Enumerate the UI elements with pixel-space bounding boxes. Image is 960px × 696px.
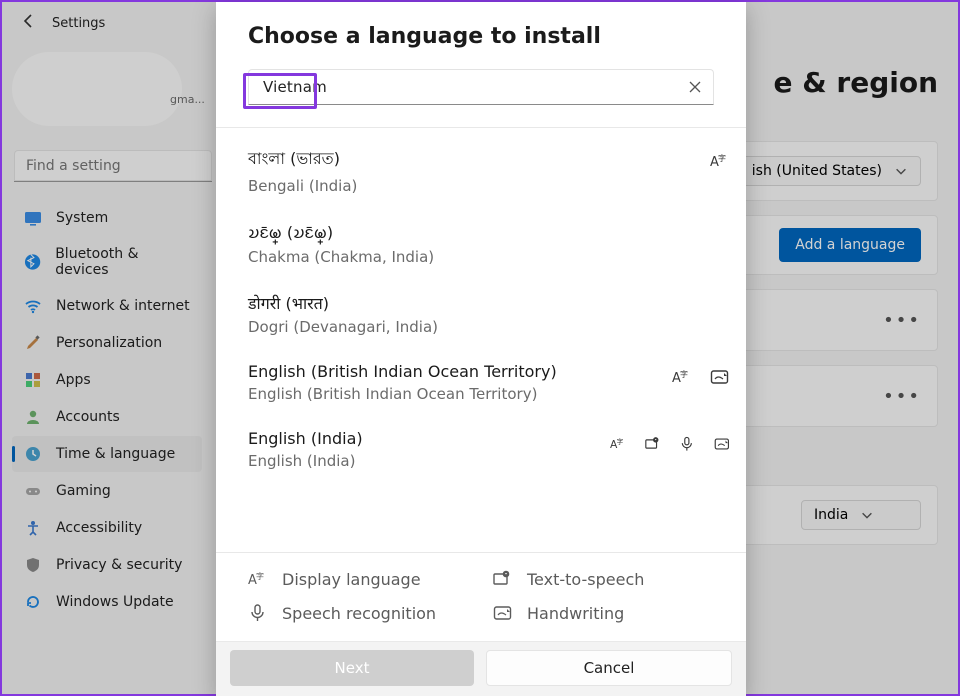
speech-icon <box>248 603 268 623</box>
handwriting-icon <box>714 435 731 453</box>
choose-language-dialog: Choose a language to install বাংলা (ভারত… <box>216 2 746 696</box>
feature-legend: Display language Text-to-speech Speech r… <box>216 552 746 641</box>
language-native-name: English (India) <box>248 429 610 448</box>
language-english-name: Chakma (Chakma, India) <box>248 248 610 266</box>
dialog-title: Choose a language to install <box>248 24 714 49</box>
legend-handwriting: Handwriting <box>493 603 730 623</box>
language-search-input[interactable] <box>259 78 687 96</box>
language-option[interactable]: 𑄌𑄋𑄴𑄟𑄳 (𑄌𑄋𑄴𑄟𑄳) Chakma (Chakma, India) <box>248 207 730 278</box>
tts-icon <box>645 435 662 453</box>
language-option[interactable]: English (British Indian Ocean Territory)… <box>248 348 730 415</box>
language-english-name: Bengali (India) <box>248 177 610 195</box>
handwriting-icon <box>710 368 730 386</box>
language-native-name: 𑄌𑄋𑄴𑄟𑄳 (𑄌𑄋𑄴𑄟𑄳) <box>248 221 610 244</box>
language-list[interactable]: বাংলা (ভারত) Bengali (India) 𑄌𑄋𑄴𑄟𑄳 (𑄌𑄋𑄴𑄟𑄳)… <box>216 128 746 552</box>
legend-speech: Speech recognition <box>248 603 485 623</box>
language-option[interactable]: डोगरी (भारत) Dogri (Devanagari, India) <box>248 278 730 348</box>
legend-tts: Text-to-speech <box>493 569 730 589</box>
language-english-name: English (India) <box>248 452 610 470</box>
display-language-icon <box>248 569 268 589</box>
clear-search-icon[interactable] <box>687 79 703 95</box>
language-search-wrap <box>248 69 714 105</box>
language-native-name: বাংলা (ভারত) <box>248 146 610 173</box>
next-button[interactable]: Next <box>230 650 474 686</box>
language-english-name: Dogri (Devanagari, India) <box>248 318 610 336</box>
tts-icon <box>493 569 513 589</box>
language-native-name: डोगरी (भारत) <box>248 292 610 314</box>
language-native-name: English (British Indian Ocean Territory) <box>248 362 610 381</box>
language-option[interactable]: বাংলা (ভারত) Bengali (India) <box>248 132 730 207</box>
handwriting-icon <box>493 603 513 623</box>
display-icon <box>610 435 627 453</box>
language-option[interactable]: English (India) English (India) <box>248 415 730 482</box>
cancel-button[interactable]: Cancel <box>486 650 732 686</box>
speech-icon <box>679 435 696 453</box>
display-icon <box>672 368 692 386</box>
language-english-name: English (British Indian Ocean Territory) <box>248 385 610 403</box>
dialog-buttons: Next Cancel <box>216 641 746 696</box>
display-icon <box>710 152 730 170</box>
legend-display: Display language <box>248 569 485 589</box>
